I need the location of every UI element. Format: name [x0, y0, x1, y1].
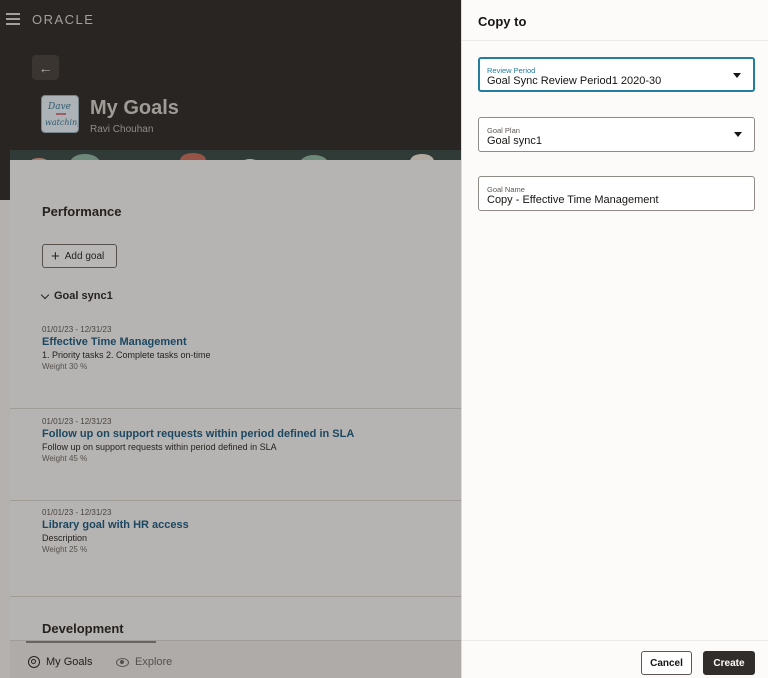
goal-item: 01/01/23 - 12/31/23 Follow up on support…	[42, 417, 442, 463]
goal-dates: 01/01/23 - 12/31/23	[42, 325, 112, 334]
goal-name-label: Goal Name	[487, 185, 525, 194]
goal-description: Follow up on support requests within per…	[42, 442, 277, 452]
goal-plan-input[interactable]	[487, 135, 717, 147]
goal-description: 1. Priority tasks 2. Complete tasks on-t…	[42, 350, 211, 360]
hamburger-icon[interactable]	[6, 13, 20, 25]
goal-name-field[interactable]: Goal Name	[478, 176, 755, 211]
divider	[10, 500, 470, 501]
target-icon	[28, 656, 40, 668]
cancel-button[interactable]: Cancel	[641, 651, 692, 675]
goal-title-link[interactable]: Follow up on support requests within per…	[42, 428, 442, 440]
goal-weight: Weight 25 %	[42, 545, 88, 554]
drawer-footer: Cancel Create	[462, 640, 768, 678]
add-goal-label: Add goal	[64, 250, 105, 262]
goal-plan-select[interactable]: Goal Plan	[478, 117, 755, 152]
goal-plan-label: Goal Plan	[487, 126, 520, 135]
nav-label: Explore	[135, 656, 173, 668]
chevron-down-icon[interactable]	[733, 73, 741, 78]
review-period-label: Review Period	[487, 66, 536, 75]
goal-weight: Weight 45 %	[42, 454, 88, 463]
goal-dates: 01/01/23 - 12/31/23	[42, 508, 112, 517]
goal-dates: 01/01/23 - 12/31/23	[42, 417, 112, 426]
drawer-header: Copy to	[462, 0, 768, 41]
oracle-logo: ORACLE	[32, 12, 95, 27]
goal-group-toggle[interactable]: Goal sync1	[40, 290, 113, 302]
page-subtitle: Ravi Chouhan	[90, 124, 154, 135]
goal-item: 01/01/23 - 12/31/23 Effective Time Manag…	[42, 325, 442, 371]
bottom-nav: My Goals Explore	[10, 640, 461, 678]
divider	[10, 596, 470, 597]
nav-explore[interactable]: Explore	[116, 656, 172, 668]
back-button[interactable]: ←	[32, 55, 59, 80]
arrow-left-icon: ←	[38, 59, 53, 76]
create-button[interactable]: Create	[703, 651, 755, 675]
active-tab-indicator	[26, 641, 156, 643]
add-goal-button[interactable]: + Add goal	[42, 244, 117, 268]
plus-icon: +	[51, 247, 60, 265]
nav-my-goals[interactable]: My Goals	[28, 656, 92, 668]
performance-section-title: Performance	[42, 204, 122, 219]
goal-description: Description	[42, 533, 88, 543]
goal-name-input[interactable]	[487, 194, 747, 206]
goal-title-link[interactable]: Effective Time Management	[42, 336, 442, 348]
goal-title-link[interactable]: Library goal with HR access	[42, 519, 442, 531]
avatar: Dave watching	[41, 95, 79, 133]
development-section-title: Development	[42, 621, 124, 636]
page-title: My Goals	[90, 97, 179, 119]
divider	[10, 408, 470, 409]
copy-to-drawer: Copy to Review Period Goal Plan Goal Nam…	[461, 0, 768, 678]
review-period-input[interactable]	[487, 75, 717, 87]
goal-group-label: Goal sync1	[54, 290, 113, 302]
chevron-down-icon	[40, 290, 50, 299]
chevron-down-icon[interactable]	[734, 132, 742, 137]
nav-label: My Goals	[46, 656, 93, 668]
drawer-title: Copy to	[478, 14, 527, 29]
review-period-select[interactable]: Review Period	[478, 57, 755, 92]
goal-weight: Weight 30 %	[42, 362, 88, 371]
eye-icon	[116, 657, 129, 667]
goal-item: 01/01/23 - 12/31/23 Library goal with HR…	[42, 508, 442, 554]
